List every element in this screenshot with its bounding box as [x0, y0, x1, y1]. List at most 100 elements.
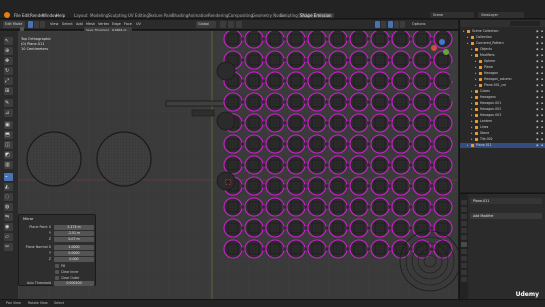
knife-tool[interactable]: ⌁ [4, 173, 13, 181]
snap-toggle-button[interactable] [220, 21, 226, 28]
visibility-eye-icon[interactable]: ◉ [536, 53, 539, 58]
expand-arrow-icon[interactable]: ▸ [471, 95, 473, 100]
render-camera-icon[interactable]: ▪ [541, 137, 543, 142]
tool-tab-icon[interactable] [461, 200, 467, 205]
render-camera-icon[interactable]: ▪ [541, 107, 543, 112]
render-camera-icon[interactable]: ▪ [541, 125, 543, 130]
expand-arrow-icon[interactable]: ▸ [475, 71, 477, 76]
render-camera-icon[interactable]: ▪ [541, 71, 543, 76]
menu-edit[interactable]: Edit [22, 13, 30, 18]
xray-button[interactable] [381, 21, 386, 28]
blender-logo-icon[interactable] [4, 12, 10, 18]
render-camera-icon[interactable]: ▪ [541, 95, 543, 100]
perspective-toggle-icon[interactable] [449, 93, 457, 101]
plane-point-x-field[interactable]: 2.274 m [54, 225, 94, 230]
render-camera-icon[interactable]: ▪ [541, 113, 543, 118]
visibility-eye-icon[interactable]: ◉ [536, 65, 539, 70]
particles-tab-icon[interactable] [461, 249, 467, 254]
rip-tool[interactable]: ✂ [4, 243, 13, 251]
shrink-fatten-tool[interactable]: ◉ [4, 223, 13, 231]
expand-arrow-icon[interactable]: ▸ [467, 41, 469, 46]
overlay-button[interactable] [375, 21, 380, 28]
outliner-row[interactable]: ▸ Cornered_Pattern ◉ ▪ [460, 41, 545, 46]
visibility-eye-icon[interactable]: ◉ [536, 107, 539, 112]
expand-arrow-icon[interactable]: ▸ [471, 137, 473, 142]
object-name-field[interactable]: Plane.011 [470, 198, 542, 204]
header-menu-add[interactable]: Add [76, 22, 83, 26]
render-camera-icon[interactable]: ▪ [541, 77, 543, 82]
proportional-edit-button[interactable] [228, 21, 234, 28]
expand-arrow-icon[interactable]: ▸ [471, 125, 473, 130]
outliner-row[interactable]: ▸ Plane.011 ◉ ▪ [460, 143, 545, 148]
world-tab-icon[interactable] [461, 228, 467, 233]
header-menu-face[interactable]: Face [124, 22, 132, 26]
workspace-tab-texture-paint[interactable]: Texture Paint [148, 13, 174, 18]
header-menu-select[interactable]: Select [62, 22, 73, 26]
plane-normal-x-field[interactable]: 1.0000 [54, 245, 94, 250]
visibility-eye-icon[interactable]: ◉ [536, 41, 539, 46]
pan-hand-icon[interactable] [449, 73, 457, 81]
axis-threshold-field[interactable]: 0.000100 [54, 281, 94, 286]
pattern-edge-ring[interactable] [216, 61, 236, 81]
outliner-search-input[interactable] [510, 21, 540, 26]
visibility-eye-icon[interactable]: ◉ [536, 137, 539, 142]
plane-normal-z-field[interactable]: 0.000 [54, 257, 94, 262]
render-camera-icon[interactable]: ▪ [541, 143, 543, 148]
visibility-eye-icon[interactable]: ◉ [536, 29, 539, 34]
render-camera-icon[interactable]: ▪ [541, 119, 543, 124]
expand-arrow-icon[interactable]: ▸ [471, 107, 473, 112]
plane-normal-y-field[interactable]: 0.0000 [54, 251, 94, 256]
visibility-eye-icon[interactable]: ◉ [536, 101, 539, 106]
header-menu-view[interactable]: View [50, 22, 58, 26]
object-tab-icon[interactable] [461, 235, 467, 240]
outliner-row[interactable]: ▸ Hexagon.003 ◉ ▪ [460, 113, 545, 118]
outliner-row[interactable]: ▸ Collection ◉ ▪ [460, 35, 545, 40]
workspace-tab-scripting[interactable]: Scripting [280, 13, 298, 18]
render-camera-icon[interactable]: ▪ [541, 83, 543, 88]
cursor-tool[interactable]: ⊕ [4, 47, 13, 55]
visibility-eye-icon[interactable]: ◉ [536, 59, 539, 64]
header-menu-vertex[interactable]: Vertex [98, 22, 109, 26]
visibility-eye-icon[interactable]: ◉ [536, 95, 539, 100]
outliner-row[interactable]: ▸ Plane ◉ ▪ [460, 65, 545, 70]
last-operation-panel[interactable]: Mirror Plane Point X 2.274 m Y -2.51 m Z… [18, 214, 96, 286]
smooth-tool[interactable]: ◍ [4, 203, 13, 211]
pivot-dropdown[interactable]: Global [196, 21, 216, 28]
add-modifier-button[interactable]: Add Modifier [470, 213, 542, 219]
expand-arrow-icon[interactable]: ▸ [475, 77, 477, 82]
workspace-tab-modeling[interactable]: Modeling [90, 13, 108, 18]
visibility-eye-icon[interactable]: ◉ [536, 77, 539, 82]
workspace-tab-compositing[interactable]: Compositing [228, 13, 253, 18]
zoom-icon[interactable] [449, 63, 457, 71]
expand-arrow-icon[interactable]: ▸ [471, 131, 473, 136]
workspace-tab-uv-editing[interactable]: UV Editing [128, 13, 149, 18]
visibility-eye-icon[interactable]: ◉ [536, 71, 539, 76]
visibility-eye-icon[interactable]: ◉ [536, 131, 539, 136]
outliner-row[interactable]: ▸ Hexagon_column ◉ ▪ [460, 77, 545, 82]
outliner-row[interactable]: ▸ Lantern ◉ ▪ [460, 119, 545, 124]
left-circle-object[interactable] [26, 131, 82, 187]
render-camera-icon[interactable]: ▪ [541, 53, 543, 58]
measure-tool[interactable]: ⊿ [4, 109, 13, 117]
render-camera-icon[interactable]: ▪ [541, 89, 543, 94]
header-options[interactable]: Options [412, 22, 426, 26]
annotate-tool[interactable]: ✎ [4, 99, 13, 107]
outliner-row[interactable]: ▸ Tile.002 ◉ ▪ [460, 137, 545, 142]
poly-build-tool[interactable]: ◭ [4, 183, 13, 191]
clear-outer-checkbox[interactable] [55, 276, 59, 280]
expand-arrow-icon[interactable]: ▸ [471, 47, 473, 52]
material-shading-button[interactable] [394, 21, 399, 28]
spin-tool[interactable]: ◌ [4, 193, 13, 201]
header-menu-uv[interactable]: UV [136, 22, 141, 26]
move-tool[interactable]: ✥ [4, 57, 13, 65]
transform-tool[interactable]: ⊞ [4, 87, 13, 95]
extrude-tool[interactable]: ⬒ [4, 131, 13, 139]
visibility-eye-icon[interactable]: ◉ [536, 119, 539, 124]
outliner-row[interactable]: ▸ Scene Collection ◉ ▪ [460, 29, 545, 34]
outliner-row[interactable]: ▸ Hexagons ◉ ▪ [460, 95, 545, 100]
outliner-row[interactable]: ▸ Sphere ◉ ▪ [460, 59, 545, 64]
select-box-tool[interactable]: ↖ [4, 37, 13, 45]
outliner-row[interactable]: ▸ Cubes ◉ ▪ [460, 89, 545, 94]
expand-arrow-icon[interactable]: ▸ [475, 59, 477, 64]
visibility-eye-icon[interactable]: ◉ [536, 125, 539, 130]
